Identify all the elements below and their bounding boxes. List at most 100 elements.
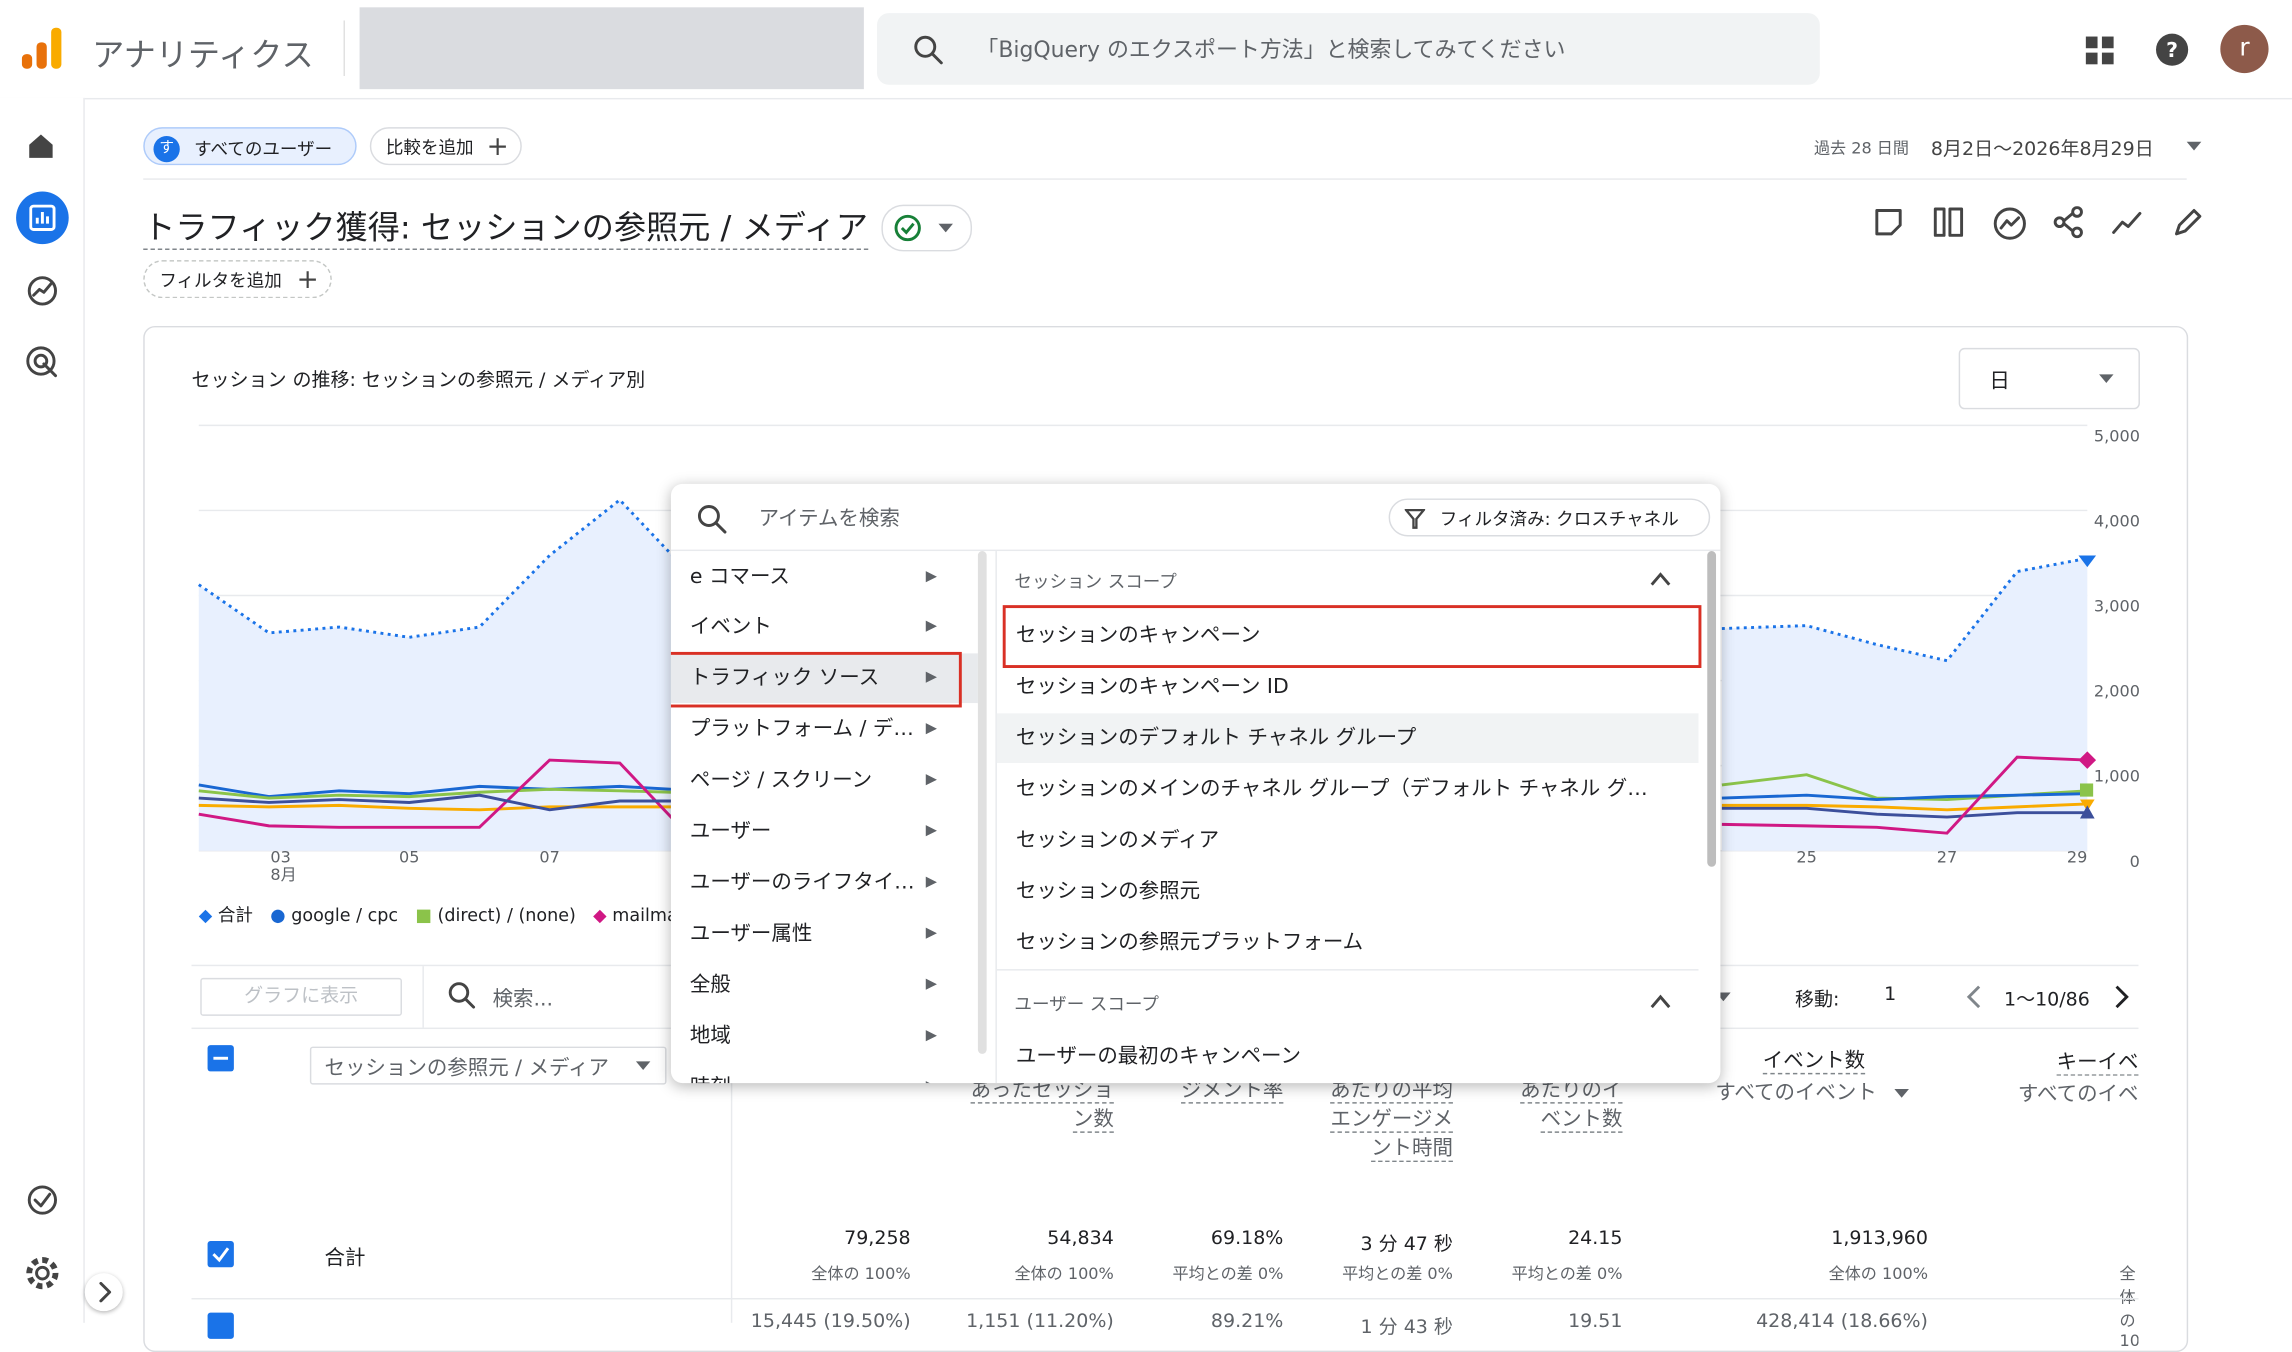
chevron-up-icon[interactable] [1650,994,1671,1009]
option-session-medium[interactable]: セッションのメディア [997,816,1699,866]
caret-down-icon [635,1061,651,1070]
header-key-events-filter[interactable]: すべてのイベ [1988,1079,2139,1108]
header-label: キーイベ [2056,1050,2139,1076]
row-cell: 1 分 43 秒 [1360,1316,1453,1339]
header-label: あたりのイベント数 [1520,1078,1623,1133]
options-panel: セッション スコープ セッションのキャンペーン セッションのキャンペーン ID … [995,551,1720,1084]
admin-check-icon[interactable] [25,1183,60,1218]
y-tick-label: 4,000 [2094,512,2140,531]
category-item[interactable]: e コマース ▶ [671,553,978,603]
header-sessions-engaged[interactable]: あったセッション数 [965,1076,1114,1134]
category-item[interactable]: 地域 ▶ [671,1011,978,1061]
row-cell: 15,445 (19.50%) [750,1311,911,1334]
mailmag-legend-marker: ◆ [593,904,607,926]
divider [996,969,1699,971]
category-label: e コマース [689,565,790,590]
category-label: ユーザー属性 [689,922,813,946]
settings-gear-icon[interactable] [25,1256,60,1291]
pagination-label: 1〜10/86 [2003,989,2090,1012]
category-label: ユーザーのライフタイ… [689,871,915,895]
dimension-dropdown-label: セッションの参照元 / メディア [324,1056,610,1081]
dimension-dropdown[interactable]: セッションの参照元 / メディア [309,1046,667,1085]
expand-nav-button[interactable] [84,1273,123,1312]
total-cell: 3 分 47 秒 [1360,1233,1453,1256]
option-session-campaign-id[interactable]: セッションのキャンペーン ID [997,662,1699,712]
x-tick-sublabel: 8月 [270,865,296,884]
chevron-right-icon: ▶ [925,618,937,635]
category-label: イベント [689,615,772,639]
filter-chip[interactable]: フィルタ済み: クロスチャネル [1388,498,1711,537]
highlight-box-session-campaign [1002,605,1702,668]
header-avg-engagement-time[interactable]: あたりの平均エンゲージメント時間 [1330,1076,1453,1164]
header-key-events[interactable]: キーイベ [1988,1047,2139,1076]
total-cell: 24.15 [1568,1227,1623,1250]
option-user-first-campaign[interactable]: ユーザーの最初のキャンペーン [997,1032,1699,1082]
row-checkbox[interactable] [207,1312,234,1339]
header-label: あったセッション数 [970,1078,1114,1133]
total-cell-sub: 全体の 100% [811,1264,911,1284]
category-item[interactable]: イベント ▶ [671,602,978,652]
category-item[interactable]: 時刻 ▶ [671,1063,978,1083]
total-cell: 79,258 [844,1227,911,1250]
category-item[interactable]: ユーザーのライフタイ… ▶ [671,858,978,908]
category-label: プラットフォーム / デ… [689,717,914,742]
x-tick-label: 03 [270,847,290,866]
category-item[interactable]: 全般 ▶ [671,960,978,1010]
x-tick-label: 27 [1937,847,1957,866]
table-search-input[interactable]: 検索... [493,984,553,1013]
option-session-default-channel-group[interactable]: セッションのデフォルト チャネル グループ [996,713,1699,764]
chevron-up-icon[interactable] [1650,572,1671,587]
chevron-right-icon: ▶ [925,925,937,942]
caret-down-icon[interactable] [1894,1088,1909,1098]
option-session-primary-channel-group[interactable]: セッションのメインのチャネル グループ（デフォルト チャネル グ… [997,764,1669,814]
direct-legend-marker: ■ [415,904,432,926]
legend-label: (direct) / (none) [437,904,576,926]
total-cell-sub: 平均との差 0% [1172,1264,1284,1284]
search-icon [697,505,727,534]
chevron-right-icon: ▶ [925,874,937,891]
header-label: あたりの平均エンゲージメント時間 [1330,1078,1453,1163]
y-tick-label: 1,000 [2094,767,2140,786]
row-cell: 89.21% [1210,1311,1284,1334]
options-scrollbar[interactable] [1707,551,1717,867]
divider [191,1297,2139,1300]
option-session-source[interactable]: セッションの参照元 [997,867,1699,917]
select-all-checkbox[interactable] [207,1045,234,1072]
row-cell: 1,151 (11.20%) [966,1311,1114,1334]
header-events-per-session[interactable]: あたりのイベント数 [1506,1076,1623,1134]
indeterminate-mark [213,1056,229,1060]
x-tick-label: 29 [2067,847,2087,866]
x-tick-label: 25 [1796,847,1816,866]
picker-search-input[interactable]: アイテムを検索 [759,503,900,532]
category-item[interactable]: ユーザー ▶ [671,807,978,857]
category-label: 全般 [689,973,731,997]
category-item[interactable]: ユーザー属性 ▶ [671,909,978,959]
chevron-right-icon: ▶ [925,822,937,840]
row-cell: 428,414 (18.66%) [1756,1311,1928,1334]
total-row-label: 合計 [324,1246,366,1271]
category-item[interactable]: ページ / スクリーン ▶ [671,756,978,806]
highlight-box-traffic-source [670,651,962,708]
y-tick-label: 2,000 [2094,682,2140,701]
total-legend-marker: ◆ [198,904,213,926]
total-cell-sub: 全体の 100% [1014,1264,1114,1284]
chevron-right-icon: ▶ [925,1027,937,1044]
category-label: ページ / スクリーン [689,768,873,793]
show-in-chart-button[interactable]: グラフに表示 [200,977,402,1016]
session-scope-label: セッション スコープ [1014,571,1177,592]
y-tick-label: 5,000 [2094,426,2140,445]
category-item[interactable]: プラットフォーム / デ… ▶ [671,705,978,755]
category-list: e コマース ▶ イベント ▶ トラフィック ソース ▶ プラットフォーム / デ… ▶… [670,551,995,1083]
option-session-source-platform[interactable]: セッションの参照元プラットフォーム [997,918,1699,968]
goto-input[interactable]: 1 [1884,984,1896,1006]
category-label: 時刻 [690,1076,731,1083]
direct-marker [2079,783,2094,797]
total-cell-sub: 平均との差 0% [1511,1264,1623,1284]
chevron-right-icon: ▶ [925,720,937,737]
total-row-checkbox[interactable] [207,1240,234,1268]
total-cell: 1,913,960 [1831,1227,1928,1250]
chevron-right-icon[interactable] [2111,984,2131,1010]
category-scrollbar[interactable] [977,551,987,1054]
user-scope-label: ユーザー スコープ [1014,993,1159,1015]
chevron-left-icon[interactable] [1965,984,1985,1010]
